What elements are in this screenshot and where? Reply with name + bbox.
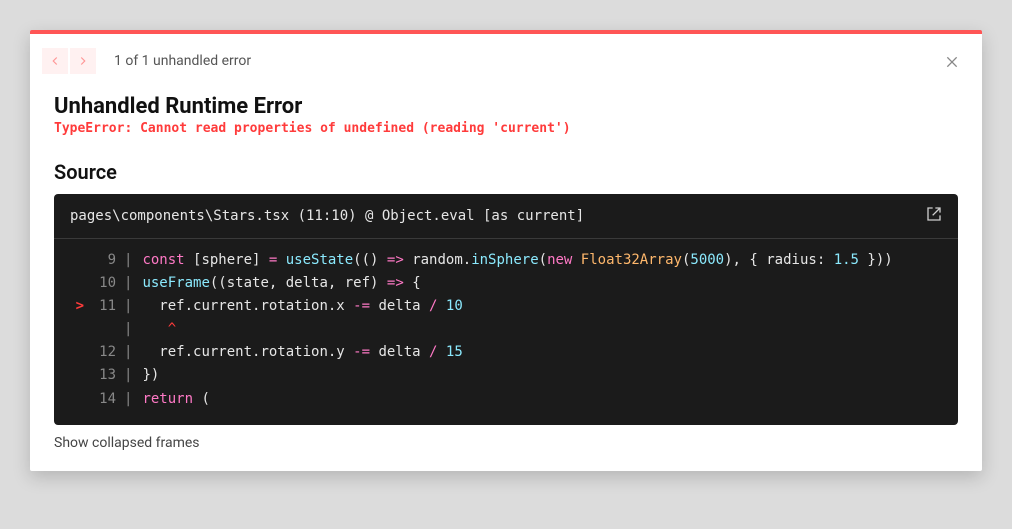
gutter-pipe: | — [124, 388, 132, 411]
chevron-left-icon — [48, 54, 62, 68]
error-marker — [66, 249, 84, 272]
code-line: >11 | ref.current.rotation.x -= delta / 1… — [66, 295, 942, 318]
error-counter: 1 of 1 unhandled error — [114, 53, 251, 69]
line-number: 10 — [84, 272, 116, 295]
line-number: 9 — [84, 249, 116, 272]
line-number — [84, 318, 116, 341]
error-marker: > — [66, 295, 84, 318]
open-in-editor-button[interactable] — [926, 206, 942, 226]
code-line: 9 | const [sphere] = useState(() => random… — [66, 249, 942, 272]
line-number: 14 — [84, 388, 116, 411]
gutter-pipe: | — [124, 295, 132, 318]
error-title: Unhandled Runtime Error — [54, 94, 958, 119]
close-icon — [944, 51, 960, 73]
line-number: 12 — [84, 341, 116, 364]
stack-location: pages\components\Stars.tsx (11:10) @ Obj… — [70, 208, 584, 224]
prev-error-button[interactable] — [42, 48, 68, 74]
chevron-right-icon — [76, 54, 90, 68]
gutter-pipe: | — [124, 249, 132, 272]
error-message: TypeError: Cannot read properties of und… — [54, 121, 958, 136]
code-text: return ( — [142, 388, 209, 411]
code-text: useFrame((state, delta, ref) => { — [142, 272, 420, 295]
error-marker — [66, 388, 84, 411]
code-frame: pages\components\Stars.tsx (11:10) @ Obj… — [54, 194, 958, 425]
error-marker — [66, 364, 84, 387]
code-frame-header: pages\components\Stars.tsx (11:10) @ Obj… — [54, 194, 958, 239]
line-number: 13 — [84, 364, 116, 387]
code-text: ^ — [142, 318, 176, 341]
error-marker — [66, 318, 84, 341]
gutter-pipe: | — [124, 318, 132, 341]
code-body: 9 | const [sphere] = useState(() => random… — [54, 239, 958, 425]
show-collapsed-frames-link[interactable]: Show collapsed frames — [54, 435, 200, 451]
source-heading: Source — [54, 160, 958, 184]
line-number: 11 — [84, 295, 116, 318]
code-text: }) — [142, 364, 159, 387]
external-link-icon — [926, 206, 942, 222]
code-line: 13 |}) — [66, 364, 942, 387]
caret-line: | ^ — [66, 318, 942, 341]
code-line: 10 | useFrame((state, delta, ref) => { — [66, 272, 942, 295]
error-overlay: 1 of 1 unhandled error Unhandled Runtime… — [30, 30, 982, 471]
overlay-header: 1 of 1 unhandled error — [30, 34, 982, 74]
code-line: 14 | return ( — [66, 388, 942, 411]
code-text: ref.current.rotation.y -= delta / 15 — [142, 341, 462, 364]
gutter-pipe: | — [124, 272, 132, 295]
next-error-button[interactable] — [70, 48, 96, 74]
error-nav — [42, 48, 96, 74]
error-marker — [66, 341, 84, 364]
gutter-pipe: | — [124, 341, 132, 364]
close-button[interactable] — [938, 48, 966, 76]
code-text: ref.current.rotation.x -= delta / 10 — [142, 295, 462, 318]
error-marker — [66, 272, 84, 295]
gutter-pipe: | — [124, 364, 132, 387]
code-line: 12 | ref.current.rotation.y -= delta / 15 — [66, 341, 942, 364]
code-text: const [sphere] = useState(() => random.i… — [142, 249, 892, 272]
